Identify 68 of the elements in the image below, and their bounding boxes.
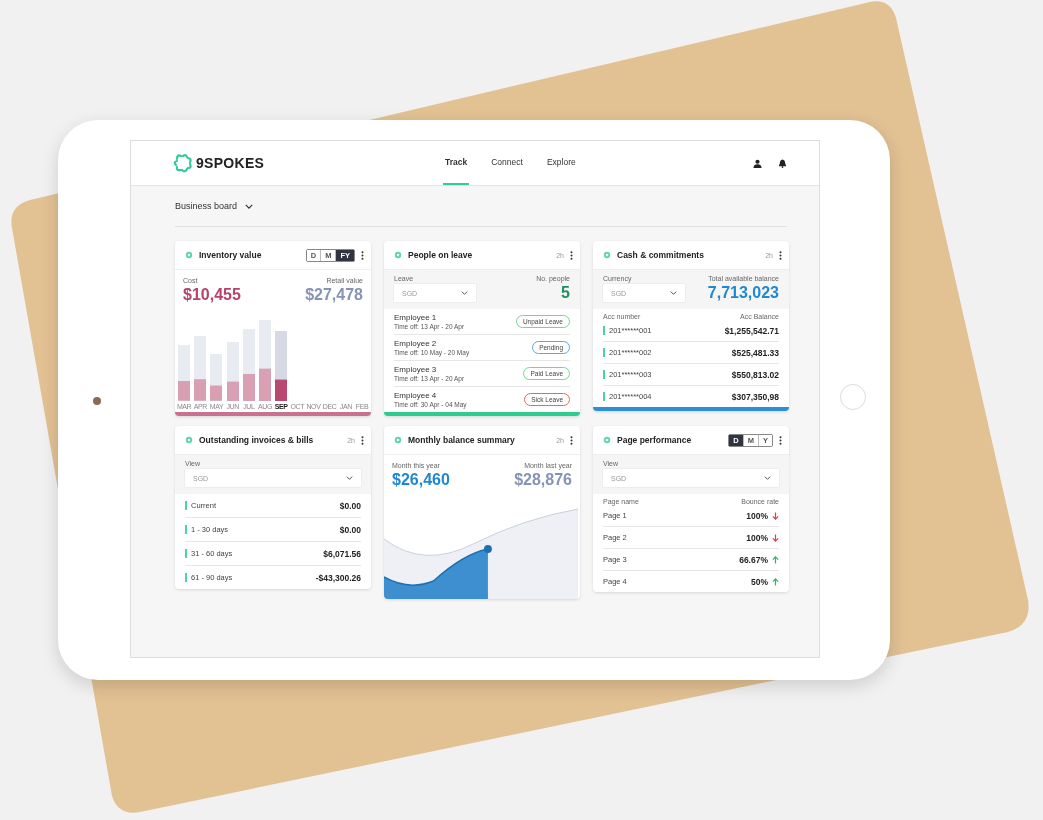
- more-icon[interactable]: [361, 435, 364, 445]
- amount-value: -$43,300.26: [315, 572, 361, 583]
- amount-value: $0.00: [339, 524, 361, 535]
- more-icon[interactable]: [361, 250, 364, 260]
- stacked-bar: [210, 354, 223, 401]
- row-marker: [185, 525, 187, 534]
- bounce-rate: 50%: [751, 576, 768, 587]
- amount-value: $0.00: [339, 500, 361, 511]
- employee-name: Employee 3: [394, 365, 438, 374]
- chevron-down-icon: [346, 476, 353, 480]
- cost-value: $10,455: [183, 286, 241, 304]
- card-title: People on leave: [408, 250, 474, 260]
- card-title: Inventory value: [199, 250, 263, 260]
- bell-icon[interactable]: [778, 158, 787, 168]
- stacked-bar: [226, 341, 239, 401]
- stacked-bar: [178, 345, 191, 401]
- chevron-down-icon: [670, 291, 677, 295]
- logo-wordmark: 9SPOKES: [196, 155, 265, 171]
- spokes-logo-icon: [173, 153, 193, 173]
- amount-value: $6,071.56: [323, 548, 361, 559]
- row-marker: [185, 501, 187, 510]
- nav-tab[interactable]: Explore: [544, 141, 578, 185]
- user-icon[interactable]: [753, 158, 762, 168]
- retail-value: $27,478: [305, 286, 363, 304]
- row-marker: [185, 573, 187, 582]
- account-balance: $307,350,98: [731, 391, 779, 402]
- this-year-value: $26,460: [392, 471, 450, 489]
- row-marker: [603, 348, 605, 357]
- gear-icon: [185, 251, 193, 259]
- nav-tab[interactable]: Connect: [489, 141, 525, 185]
- card-title: Outstanding invoices & bills: [199, 435, 315, 445]
- board-selector-label[interactable]: Business board: [175, 201, 238, 211]
- gear-icon: [394, 436, 402, 444]
- nav-tab[interactable]: Track: [443, 141, 470, 185]
- row-marker: [603, 326, 605, 335]
- stacked-bar: [275, 330, 288, 401]
- camera-icon: [93, 397, 101, 405]
- account-balance: $550,813.02: [731, 369, 779, 380]
- gear-icon: [603, 251, 611, 259]
- gear-icon: [185, 436, 193, 444]
- bounce-rate: 66.67%: [739, 554, 768, 565]
- row-marker: [603, 392, 605, 401]
- account-balance: $1,255,542.71: [724, 325, 779, 336]
- total-balance: 7,713,023: [707, 284, 779, 302]
- employee-name: Employee 1: [394, 313, 438, 322]
- more-icon[interactable]: [570, 250, 573, 260]
- card-title: Cash & commitments: [617, 250, 705, 260]
- more-icon[interactable]: [779, 250, 782, 260]
- row-marker: [185, 549, 187, 558]
- card-title: Monthly balance summary: [408, 435, 516, 445]
- chevron-down-icon[interactable]: [245, 203, 254, 209]
- account-balance: $525,481.33: [731, 347, 779, 358]
- chevron-down-icon: [764, 476, 771, 480]
- bounce-rate: 100%: [746, 510, 768, 521]
- stacked-bar: [242, 329, 255, 401]
- row-marker: [603, 370, 605, 379]
- employee-name: Employee 4: [394, 391, 438, 400]
- employee-name: Employee 2: [394, 339, 438, 348]
- gear-icon: [603, 436, 611, 444]
- gear-icon: [394, 251, 402, 259]
- more-icon[interactable]: [570, 435, 573, 445]
- people-count: 5: [560, 284, 570, 302]
- chevron-down-icon: [461, 291, 468, 295]
- bounce-rate: 100%: [746, 532, 768, 543]
- more-icon[interactable]: [779, 435, 782, 445]
- stacked-bar: [194, 336, 207, 401]
- card-title: Page performance: [617, 435, 693, 445]
- last-year-value: $28,876: [514, 471, 572, 489]
